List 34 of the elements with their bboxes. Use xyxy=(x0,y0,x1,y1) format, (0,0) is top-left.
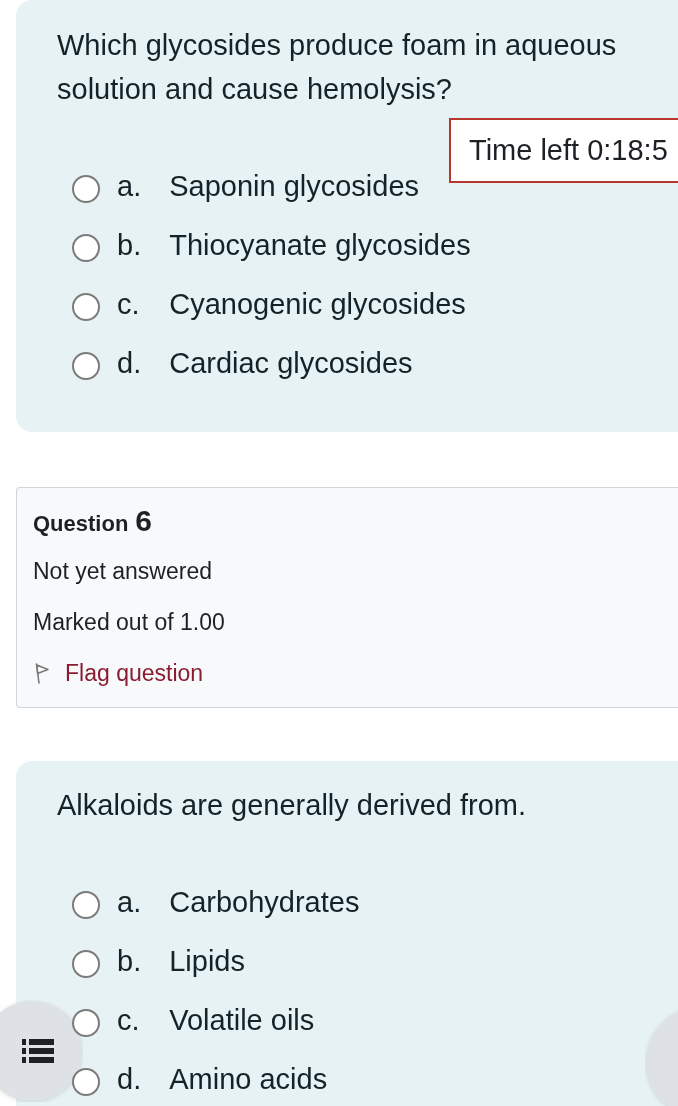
answer-status: Not yet answered xyxy=(33,557,212,586)
option-letter: b. xyxy=(117,227,142,262)
radio-button[interactable] xyxy=(72,174,100,203)
question-number: 6 xyxy=(135,503,153,539)
option-text: Cardiac glycosides xyxy=(169,345,413,380)
radio-button[interactable] xyxy=(72,1067,100,1096)
question-text: Which glycosides produce foam in aqueous solution and cause hemolysis? xyxy=(57,28,618,107)
option-text: Amino acids xyxy=(169,1061,328,1096)
option-letter: d. xyxy=(117,1061,142,1096)
radio-button[interactable] xyxy=(72,949,100,978)
question-label: Question xyxy=(33,510,129,538)
option-letter: c. xyxy=(117,1002,140,1037)
flag-question-link[interactable]: Flag question xyxy=(33,656,204,691)
option-letter: d. xyxy=(117,345,142,380)
option-text: Volatile oils xyxy=(169,1002,315,1037)
option-letter: a. xyxy=(117,884,142,919)
option-text: Carbohydrates xyxy=(169,884,360,919)
radio-button[interactable] xyxy=(72,890,100,919)
option-text: Lipids xyxy=(169,943,245,978)
marks-text: Marked out of 1.00 xyxy=(33,608,225,637)
radio-button[interactable] xyxy=(72,292,100,321)
option-letter: b. xyxy=(117,943,142,978)
radio-button[interactable] xyxy=(72,233,100,262)
list-icon xyxy=(22,1039,54,1063)
floating-list-button[interactable] xyxy=(0,1000,83,1102)
option-text: Saponin glycosides xyxy=(169,168,420,203)
option-letter: a. xyxy=(117,168,142,203)
option-text: Cyanogenic glycosides xyxy=(169,286,466,321)
radio-button[interactable] xyxy=(72,351,100,380)
option-letter: c. xyxy=(117,286,140,321)
timer: Time left 0:18:5 xyxy=(449,118,678,183)
option-text: Thiocyanate glycosides xyxy=(169,227,471,262)
question-text: Alkaloids are generally derived from. xyxy=(57,788,528,823)
radio-button[interactable] xyxy=(72,1008,100,1037)
